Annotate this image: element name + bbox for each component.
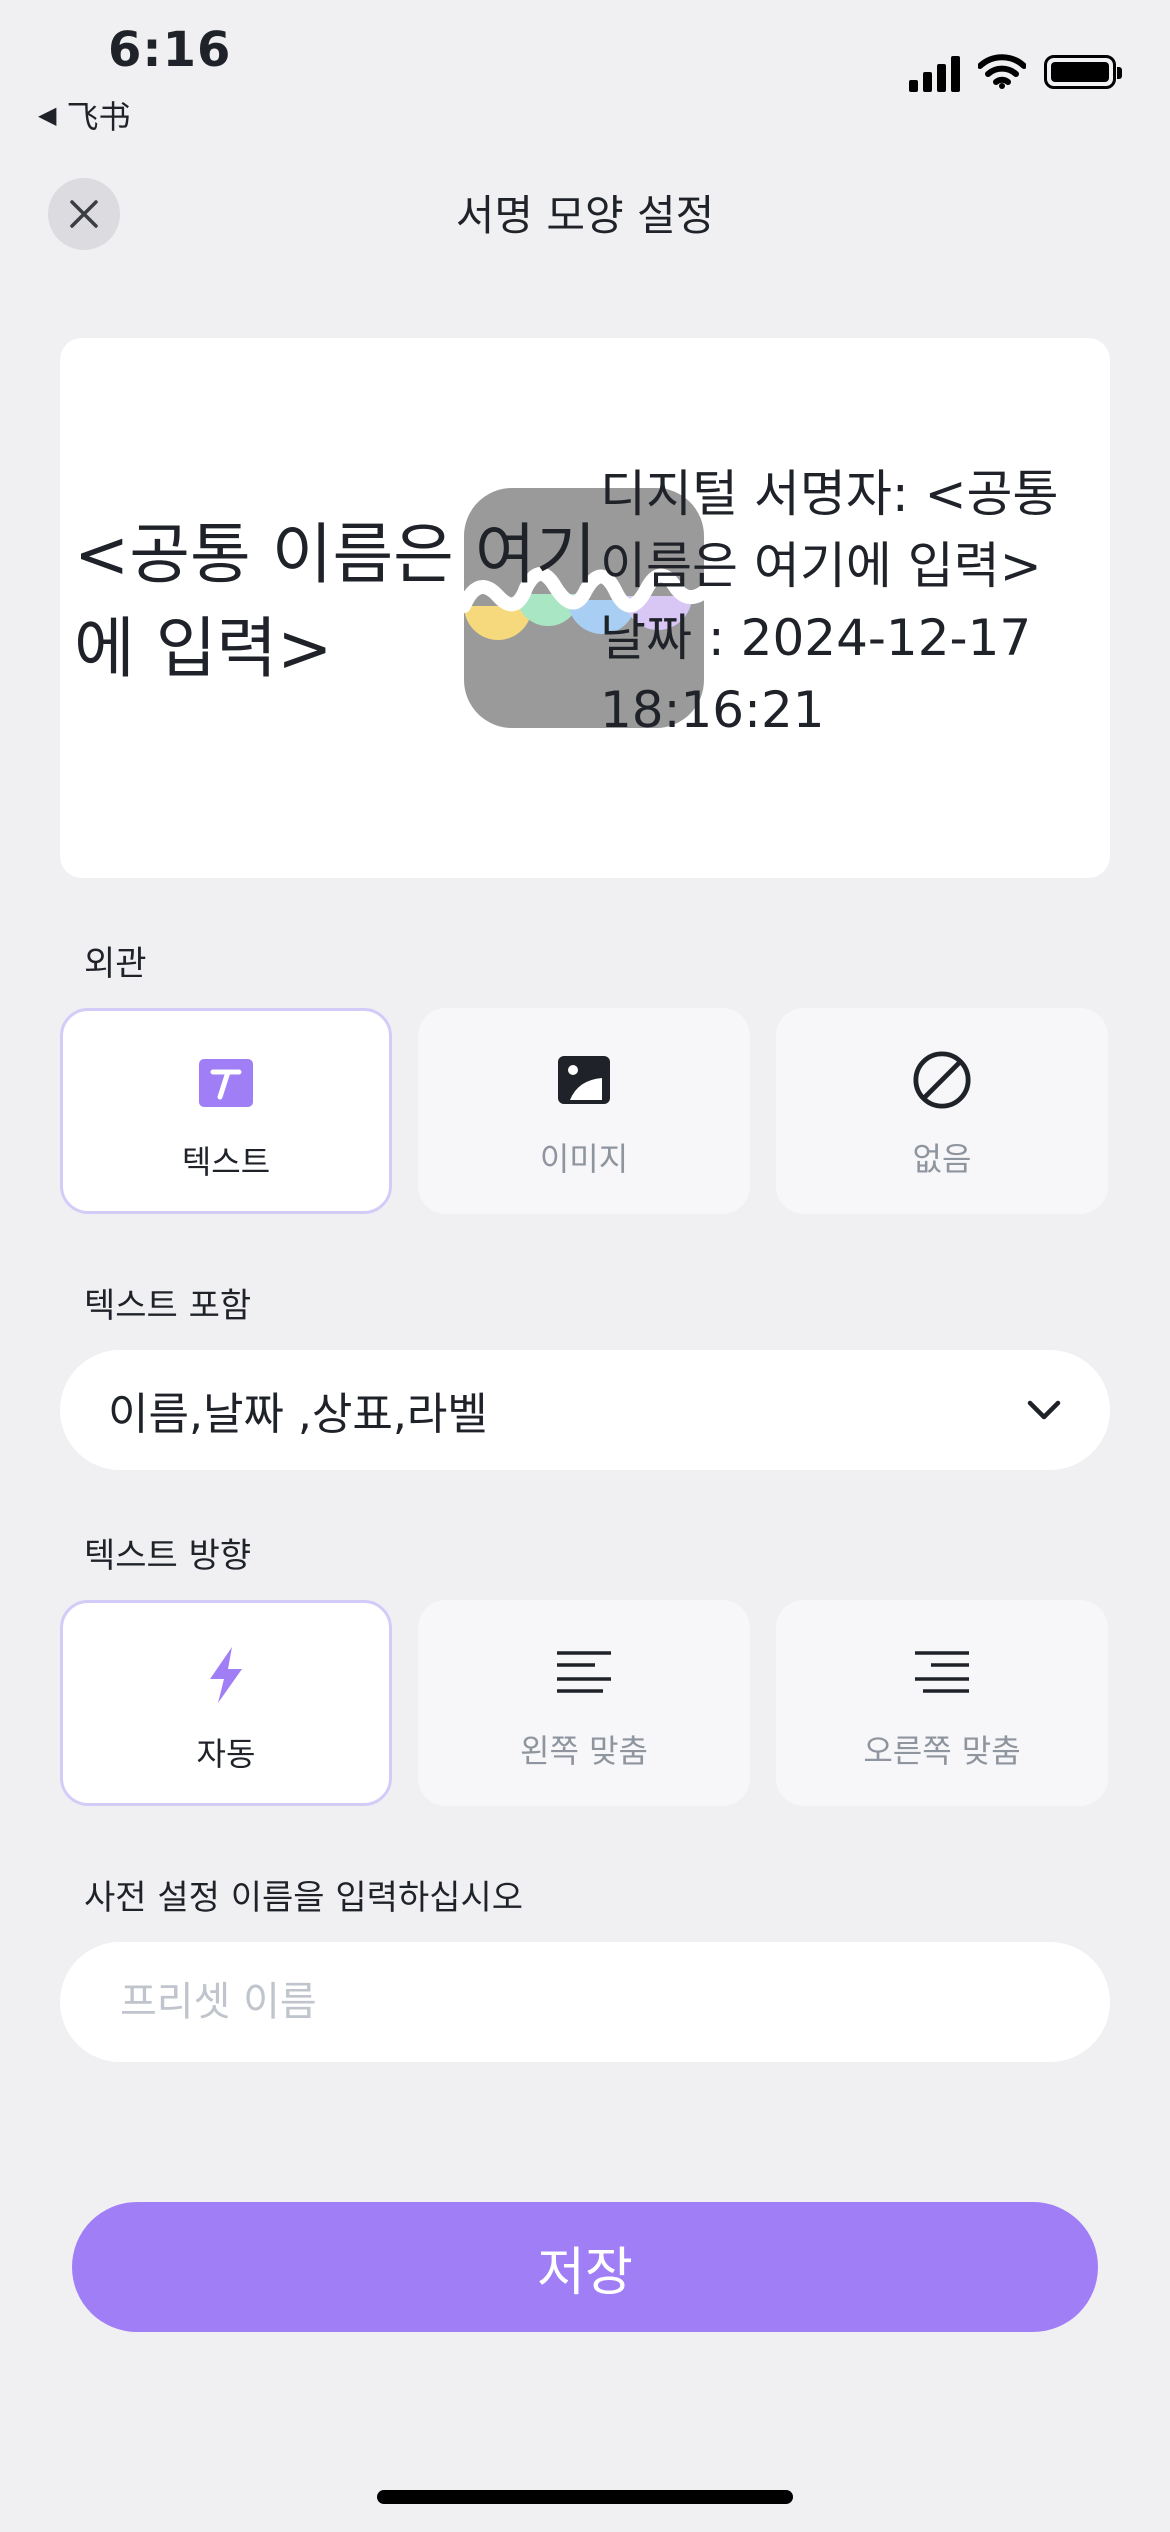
status-bar: 6:16 ◀ 飞书 <box>0 0 1170 150</box>
battery-icon <box>1044 55 1122 89</box>
back-triangle-icon: ◀ <box>38 101 57 129</box>
appearance-option-label: 이미지 <box>539 1140 629 1178</box>
chevron-down-icon <box>1027 1400 1061 1420</box>
preset-name-input[interactable] <box>60 1942 1110 2062</box>
cellular-signal-icon <box>909 52 960 92</box>
appearance-option-label: 없음 <box>912 1140 972 1178</box>
preview-date-line: 날짜 : 2024-12-17 18:16:21 <box>600 609 1032 739</box>
text-icon <box>196 1053 256 1113</box>
preview-signer-line: 디지털 서명자: <공통 이름은 여기에 입력> <box>600 465 1059 595</box>
include-text-dropdown[interactable]: 이름,날짜 ,상표,라벨 <box>60 1350 1110 1470</box>
appearance-option-text[interactable]: 텍스트 <box>60 1008 392 1214</box>
appearance-label: 외관 <box>84 944 147 984</box>
align-left-icon <box>554 1642 614 1702</box>
status-icons <box>909 52 1122 92</box>
appearance-option-label: 텍스트 <box>181 1143 271 1181</box>
direction-option-label: 자동 <box>196 1735 256 1773</box>
appearance-option-image[interactable]: 이미지 <box>418 1008 750 1214</box>
preview-common-name: <공통 이름은 여기에 입력> <box>74 516 597 687</box>
none-icon <box>912 1050 972 1110</box>
direction-option-left[interactable]: 왼쪽 맞춤 <box>418 1600 750 1806</box>
home-indicator <box>377 2490 793 2504</box>
save-button[interactable]: 저장 <box>72 2202 1098 2332</box>
direction-option-right[interactable]: 오른쪽 맞춤 <box>776 1600 1108 1806</box>
lightning-icon <box>196 1645 256 1705</box>
align-right-icon <box>912 1642 972 1702</box>
wifi-icon <box>978 54 1026 89</box>
preview-details: 디지털 서명자: <공통 이름은 여기에 입력> 날짜 : 2024-12-17… <box>600 458 1100 746</box>
direction-option-auto[interactable]: 자동 <box>60 1600 392 1806</box>
include-text-value: 이름,날짜 ,상표,라벨 <box>108 1389 488 1440</box>
direction-option-label: 오른쪽 맞춤 <box>863 1732 1021 1770</box>
appearance-option-none[interactable]: 없음 <box>776 1008 1108 1214</box>
back-to-app-link[interactable]: ◀ 飞书 <box>38 92 130 138</box>
signature-preview: <공통 이름은 여기에 입력> 디지털 서명자: <공통 이름은 여기에 입력>… <box>60 338 1110 878</box>
page-title: 서명 모양 설정 <box>455 191 715 240</box>
preset-name-label: 사전 설정 이름을 입력하십시오 <box>84 1878 524 1918</box>
include-text-label: 텍스트 포함 <box>84 1286 252 1326</box>
image-icon <box>554 1050 614 1110</box>
direction-option-label: 왼쪽 맞춤 <box>520 1732 648 1770</box>
back-app-label: 飞书 <box>66 98 131 136</box>
text-direction-label: 텍스트 방향 <box>84 1536 252 1576</box>
status-time: 6:16 <box>108 22 232 78</box>
